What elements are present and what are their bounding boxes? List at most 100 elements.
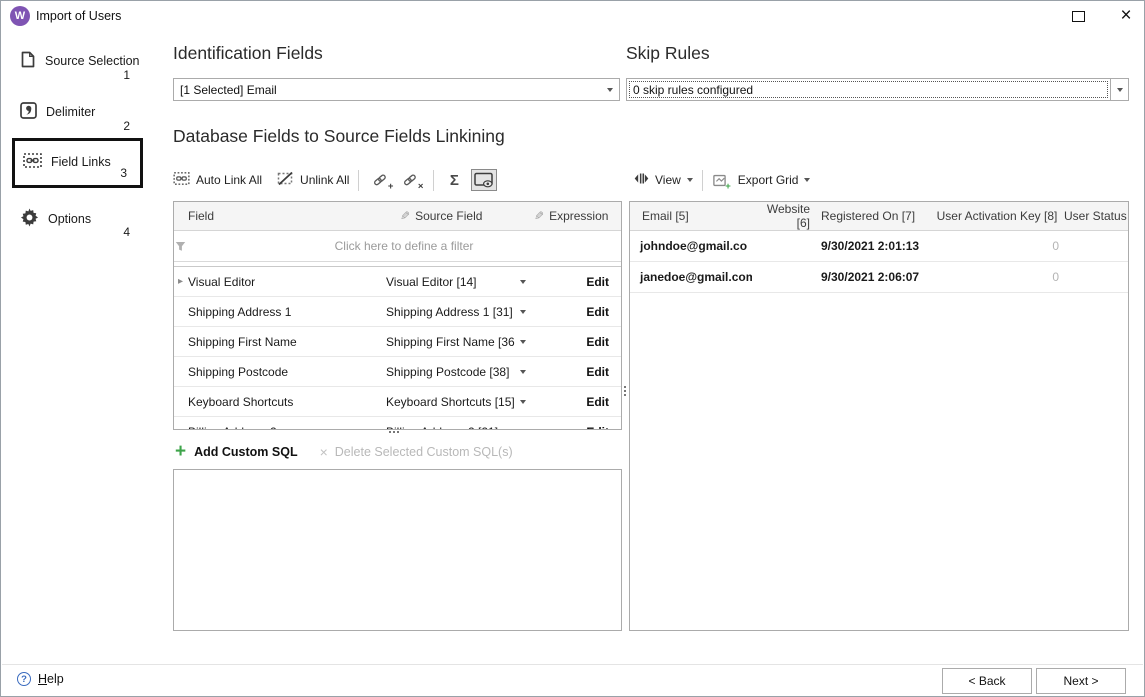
view-columns-icon: [634, 172, 649, 188]
edit-expression-link[interactable]: Edit: [586, 305, 609, 319]
toolbar-separator: [358, 170, 359, 191]
edit-expression-link[interactable]: Edit: [586, 275, 609, 289]
edit-expression-link[interactable]: Edit: [586, 335, 609, 349]
sidebar-item-options[interactable]: Options 4: [12, 200, 143, 244]
next-button[interactable]: Next >: [1036, 668, 1126, 694]
close-button[interactable]: ×: [1110, 2, 1142, 28]
maximize-button[interactable]: [1064, 5, 1092, 27]
chevron-down-icon: [687, 178, 693, 182]
source-preview-grid: Email [5] Website [6] Registered On [7] …: [629, 201, 1129, 631]
auto-link-all-button[interactable]: Auto Link All: [173, 172, 262, 188]
expression-sigma-button[interactable]: Σ: [443, 169, 465, 191]
step-number: 1: [123, 68, 130, 82]
unlink-all-button[interactable]: Unlink All: [277, 171, 349, 189]
step-number: 4: [123, 225, 130, 239]
table-row[interactable]: Keyboard Shortcuts Keyboard Shortcuts [1…: [174, 387, 621, 417]
chevron-down-icon: [520, 400, 526, 404]
remove-link-button[interactable]: ×: [398, 169, 424, 191]
source-field-dropdown[interactable]: Billing Address 2 [21]: [386, 425, 534, 431]
chevron-down-icon: [520, 340, 526, 344]
unlink-all-label: Unlink All: [300, 173, 349, 187]
edit-expression-link[interactable]: Edit: [586, 395, 609, 409]
source-field-dropdown[interactable]: Visual Editor [14]: [386, 275, 534, 289]
add-custom-sql-button[interactable]: + Add Custom SQL: [175, 442, 298, 461]
table-row[interactable]: Billing Address 2 Billing Address 2 [21]…: [174, 417, 621, 430]
column-header-email[interactable]: Email [5]: [630, 209, 752, 223]
linking-heading: Database Fields to Source Fields Linkini…: [173, 126, 505, 147]
import-of-users-window: W Import of Users × Source Selection 1 D…: [0, 0, 1145, 697]
source-field-dropdown[interactable]: Keyboard Shortcuts [15]: [386, 395, 534, 409]
column-header-expression[interactable]: ✎ Expression: [534, 209, 622, 223]
email-cell: johndoe@gmail.co: [630, 239, 752, 253]
identification-fields-heading: Identification Fields: [173, 43, 323, 64]
add-link-button[interactable]: +: [368, 169, 394, 191]
skip-rules-value: 0 skip rules configured: [627, 79, 1110, 100]
titlebar: W Import of Users ×: [1, 1, 1144, 31]
column-header-website[interactable]: Website [6]: [752, 202, 814, 230]
table-row[interactable]: ▸ Visual Editor Visual Editor [14] Edit: [174, 267, 621, 297]
document-icon: [20, 51, 36, 71]
view-button[interactable]: View: [634, 172, 693, 188]
custom-sql-list[interactable]: [173, 469, 622, 631]
column-header-activation-key[interactable]: User Activation Key [8]: [930, 209, 1064, 223]
pencil-icon: ✎: [534, 209, 544, 223]
filter-icon: [174, 241, 187, 252]
chevron-down-icon: [520, 310, 526, 314]
pencil-icon: ✎: [400, 209, 410, 223]
chevron-down-icon: [804, 178, 810, 182]
horizontal-splitter-handle[interactable]: [389, 431, 399, 433]
identification-fields-dropdown[interactable]: [1 Selected] Email: [173, 78, 620, 101]
source-field-dropdown[interactable]: Shipping First Name [36: [386, 335, 534, 349]
export-icon: +: [712, 169, 732, 191]
gear-icon: [20, 208, 39, 230]
vertical-splitter-handle[interactable]: [624, 386, 626, 396]
field-links-grid: Field ✎ Source Field ✎ Expression Click …: [173, 201, 622, 430]
sidebar-item-label: Delimiter: [46, 105, 95, 119]
source-field-dropdown[interactable]: Shipping Postcode [38]: [386, 365, 534, 379]
identification-fields-value: [1 Selected] Email: [174, 79, 601, 100]
field-cell: Shipping Postcode: [187, 365, 386, 379]
field-links-grid-header: Field ✎ Source Field ✎ Expression: [174, 202, 621, 231]
preview-toggle-button[interactable]: [471, 169, 497, 191]
footer-divider: [2, 664, 1143, 665]
window-title: Import of Users: [36, 9, 121, 23]
column-header-field[interactable]: Field: [187, 209, 386, 223]
table-row[interactable]: Shipping Postcode Shipping Postcode [38]…: [174, 357, 621, 387]
help-button[interactable]: ? Help: [17, 672, 64, 686]
skip-rules-dropdown[interactable]: 0 skip rules configured: [626, 78, 1129, 101]
sidebar-item-delimiter[interactable]: Delimiter 2: [12, 94, 143, 138]
field-cell: Visual Editor: [187, 275, 386, 289]
column-header-user-status[interactable]: User Status [9: [1064, 209, 1128, 223]
edit-expression-link[interactable]: Edit: [586, 365, 609, 379]
sidebar-item-field-links[interactable]: Field Links 3: [12, 138, 143, 188]
sidebar-item-source-selection[interactable]: Source Selection 1: [12, 43, 143, 87]
column-header-source-field[interactable]: ✎ Source Field: [386, 209, 534, 223]
preview-grid-header: Email [5] Website [6] Registered On [7] …: [630, 202, 1128, 231]
chevron-down-icon: [520, 430, 526, 431]
toolbar-separator: [433, 170, 434, 191]
edit-expression-link[interactable]: Edit: [586, 425, 609, 431]
table-row[interactable]: Shipping Address 1 Shipping Address 1 [3…: [174, 297, 621, 327]
field-cell: Billing Address 2: [187, 425, 386, 431]
filter-row[interactable]: Click here to define a filter: [174, 231, 621, 262]
source-field-dropdown[interactable]: Shipping Address 1 [31]: [386, 305, 534, 319]
table-row[interactable]: Shipping First Name Shipping First Name …: [174, 327, 621, 357]
help-icon: ?: [17, 672, 31, 686]
column-header-registered-on[interactable]: Registered On [7]: [814, 209, 930, 223]
filter-placeholder: Click here to define a filter: [187, 239, 621, 253]
app-icon: W: [10, 6, 30, 26]
field-cell: Shipping First Name: [187, 335, 386, 349]
screen-eye-icon: [474, 172, 494, 188]
linking-toolbar: Auto Link All Unlink All + × Σ: [173, 167, 497, 193]
table-row[interactable]: johndoe@gmail.co 9/30/2021 2:01:13 0: [630, 231, 1128, 262]
table-row[interactable]: janedoe@gmail.com 9/30/2021 2:06:07 0: [630, 262, 1128, 293]
sidebar-item-label: Field Links: [51, 155, 111, 169]
activation-key-cell: 0: [930, 270, 1064, 284]
chevron-down-icon: [601, 79, 619, 100]
app-icon-letter: W: [15, 10, 25, 22]
delete-custom-sql-button[interactable]: × Delete Selected Custom SQL(s): [320, 444, 513, 460]
export-grid-button[interactable]: + Export Grid: [712, 169, 811, 191]
back-button[interactable]: < Back: [942, 668, 1032, 694]
step-number: 2: [123, 119, 130, 133]
chevron-down-icon: [1110, 79, 1128, 100]
